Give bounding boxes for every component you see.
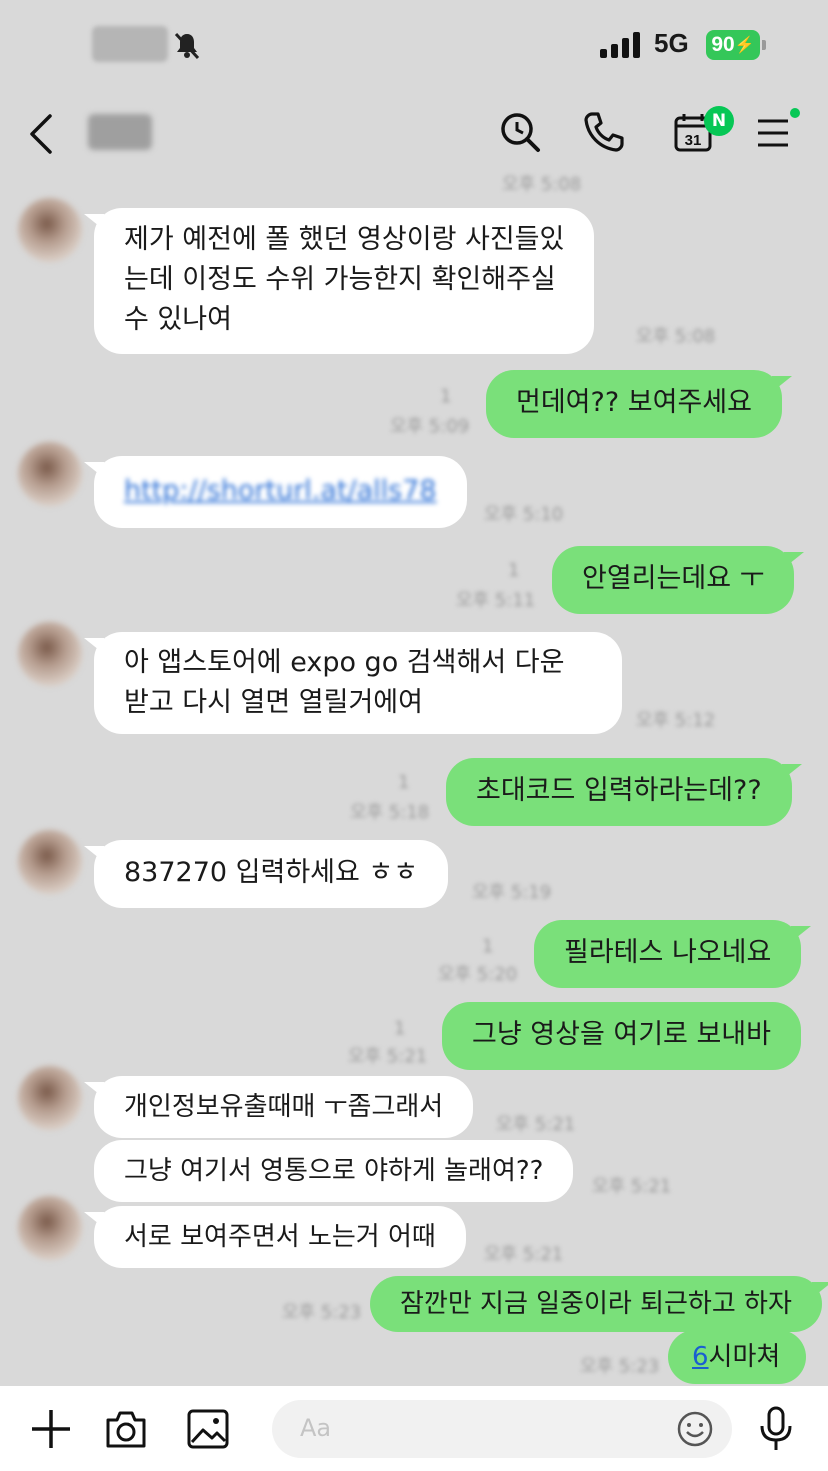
incoming-message[interactable]: 서로 보여주면서 노는거 어때 xyxy=(84,1206,466,1268)
avatar[interactable] xyxy=(18,1066,82,1130)
emoji-icon[interactable] xyxy=(676,1410,714,1448)
back-icon[interactable] xyxy=(26,112,58,156)
message-time: 오후 5:12 xyxy=(636,710,716,731)
notification-dot xyxy=(790,108,800,118)
message-line: 는데 이정도 수위 가능한지 확인해주실 xyxy=(124,264,556,295)
incoming-message[interactable]: 그냥 여기서 영통으로 야하게 놀래여?? xyxy=(94,1140,574,1202)
message-line: 수 있나여 xyxy=(124,304,232,335)
chat-title-blurred[interactable] xyxy=(88,114,152,150)
message-line: 아 앱스토어에 expo go 검색해서 다운 xyxy=(124,647,565,678)
message-line: 받고 다시 열면 열릴거에여 xyxy=(124,687,423,718)
link-text[interactable]: http://shorturl.at/alls78 xyxy=(124,475,437,506)
incoming-link-message[interactable]: http://shorturl.at/alls78 xyxy=(84,456,467,528)
menu-icon[interactable] xyxy=(756,118,790,148)
outgoing-message[interactable]: 6시마쳐 xyxy=(668,1330,807,1384)
bell-muted-icon xyxy=(174,32,200,60)
outgoing-message[interactable]: 잠깐만 지금 일중이라 퇴근하고 하자 xyxy=(370,1276,828,1332)
message-time: 오후 5:21 xyxy=(348,1046,428,1067)
outgoing-message[interactable]: 초대코드 입력하라는데?? xyxy=(446,758,802,826)
network-label: 5G xyxy=(654,28,689,58)
plus-icon[interactable] xyxy=(30,1408,72,1450)
status-time-blurred xyxy=(92,26,168,62)
message-time: 오후 5:21 xyxy=(592,1176,672,1197)
signal-icon xyxy=(600,30,640,58)
new-badge: N xyxy=(704,106,734,136)
input-bar: Aa xyxy=(0,1386,828,1471)
outgoing-message[interactable]: 먼데여?? 보여주세요 xyxy=(486,370,792,438)
avatar[interactable] xyxy=(18,830,82,894)
incoming-message[interactable]: 아 앱스토어에 expo go 검색해서 다운 받고 다시 열면 열릴거에여 xyxy=(84,632,622,734)
outgoing-message[interactable]: 안열리는데요 ㅜ xyxy=(552,546,805,614)
avatar[interactable] xyxy=(18,1196,82,1260)
read-count: 1 xyxy=(394,1018,406,1039)
message-time: 오후 5:18 xyxy=(350,802,430,823)
read-count: 1 xyxy=(482,936,494,957)
battery-level: 90 xyxy=(711,33,735,56)
message-time: 오후 5:11 xyxy=(456,590,536,611)
outgoing-message[interactable]: 그냥 영상을 여기로 보내바 xyxy=(442,1002,801,1070)
read-count: 1 xyxy=(398,772,410,793)
avatar[interactable] xyxy=(18,622,82,686)
avatar[interactable] xyxy=(18,442,82,506)
incoming-message[interactable]: 837270 입력하세요 ㅎㅎ xyxy=(83,840,449,908)
message-time: 오후 5:23 xyxy=(282,1302,362,1323)
message-time: 오후 5:21 xyxy=(484,1244,564,1265)
message-input[interactable]: Aa xyxy=(272,1400,732,1458)
avatar[interactable] xyxy=(18,198,82,262)
outgoing-message[interactable]: 필라테스 나오네요 xyxy=(534,920,812,988)
message-line: 제가 예전에 폴 했던 영상이랑 사진들있 xyxy=(124,224,565,255)
mic-icon[interactable] xyxy=(758,1406,794,1452)
message-time: 오후 5:08 xyxy=(502,174,582,195)
read-count: 1 xyxy=(440,386,452,407)
message-time: 오후 5:19 xyxy=(472,882,552,903)
status-bar: 5G 90 ⚡ xyxy=(0,0,828,92)
message-time: 오후 5:21 xyxy=(496,1114,576,1135)
incoming-message[interactable]: 개인정보유출때매 ㅜ좀그래서 xyxy=(83,1076,474,1138)
battery-indicator: 90 ⚡ xyxy=(706,30,760,60)
read-count: 1 xyxy=(508,560,520,581)
calendar-day: 31 xyxy=(685,132,702,149)
message-time: 오후 5:20 xyxy=(438,964,518,985)
message-time: 오후 5:23 xyxy=(580,1356,660,1377)
battery-tip xyxy=(762,40,766,50)
chat-header: 31 N xyxy=(0,92,828,178)
search-icon[interactable] xyxy=(498,110,542,154)
incoming-message[interactable]: 제가 예전에 폴 했던 영상이랑 사진들있 는데 이정도 수위 가능한지 확인해… xyxy=(83,208,595,354)
camera-icon[interactable] xyxy=(104,1408,148,1450)
message-time: 오후 5:09 xyxy=(390,416,470,437)
image-icon[interactable] xyxy=(186,1408,230,1450)
message-text: 시마쳐 xyxy=(708,1342,781,1372)
message-time: 오후 5:10 xyxy=(484,504,564,525)
phone-icon[interactable] xyxy=(582,110,626,154)
message-time: 오후 5:08 xyxy=(636,326,716,347)
message-input-placeholder: Aa xyxy=(300,1414,332,1442)
time-link[interactable]: 6 xyxy=(692,1342,709,1372)
